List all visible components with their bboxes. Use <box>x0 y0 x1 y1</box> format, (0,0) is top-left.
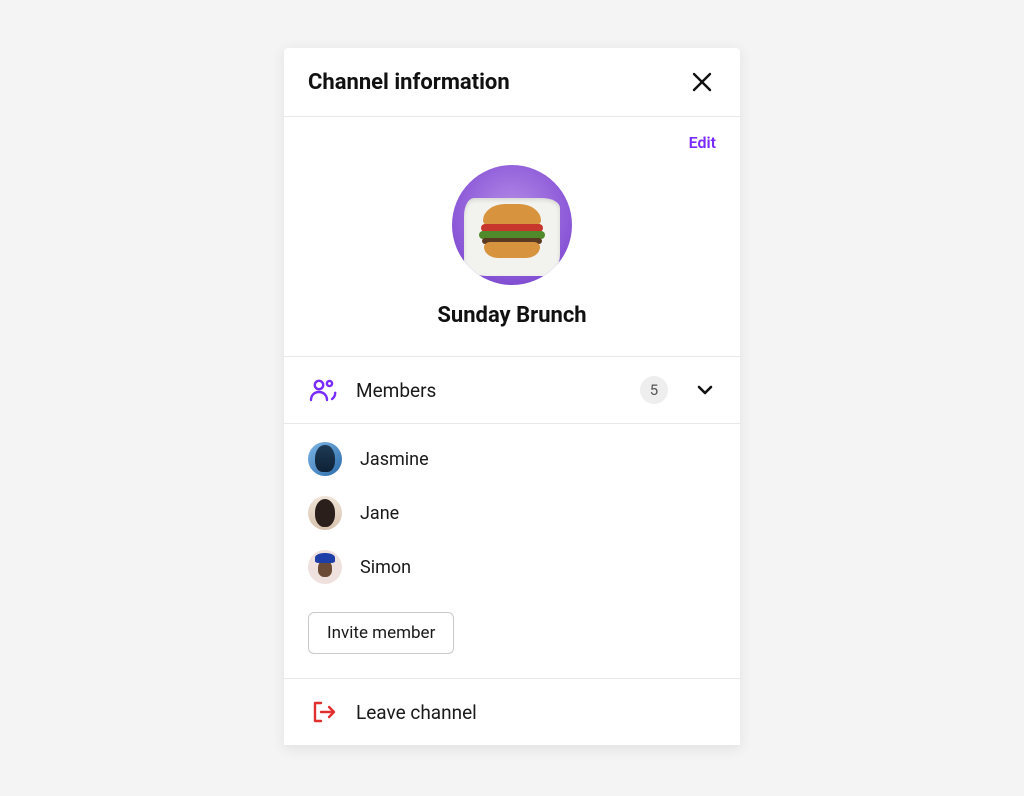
channel-info-panel: Channel information Edit Sunday Brunch <box>284 48 740 747</box>
burger-image <box>464 198 560 276</box>
members-label: Members <box>356 379 622 402</box>
panel-header: Channel information <box>284 48 740 117</box>
invite-member-button[interactable]: Invite member <box>308 612 454 654</box>
list-item[interactable]: Simon <box>284 540 740 594</box>
divider <box>284 746 740 747</box>
channel-name: Sunday Brunch <box>308 303 716 328</box>
leave-icon <box>308 697 338 727</box>
panel-title: Channel information <box>308 70 510 95</box>
member-list: Jasmine Jane Simon Invite member <box>284 424 740 679</box>
close-button[interactable] <box>688 68 716 96</box>
members-icon <box>308 375 338 405</box>
edit-button[interactable]: Edit <box>689 133 716 152</box>
chevron-down-icon <box>694 379 716 401</box>
avatar <box>308 442 342 476</box>
members-row[interactable]: Members 5 <box>284 357 740 424</box>
channel-avatar[interactable] <box>452 165 572 285</box>
leave-channel-label: Leave channel <box>356 701 716 724</box>
avatar <box>308 550 342 584</box>
list-item[interactable]: Jasmine <box>284 432 740 486</box>
leave-channel-row[interactable]: Leave channel <box>284 679 740 746</box>
list-item[interactable]: Jane <box>284 486 740 540</box>
avatar <box>308 496 342 530</box>
member-name: Simon <box>360 557 411 578</box>
member-name: Jasmine <box>360 449 429 470</box>
members-count-badge: 5 <box>640 376 668 404</box>
member-name: Jane <box>360 503 399 524</box>
channel-hero: Edit Sunday Brunch <box>284 117 740 357</box>
close-icon <box>691 71 713 93</box>
invite-area: Invite member <box>284 594 740 679</box>
